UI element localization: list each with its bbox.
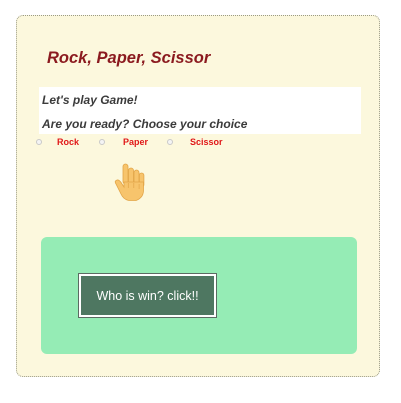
who-wins-button[interactable]: Who is win? click!!	[78, 273, 217, 318]
choice-paper[interactable]: Paper	[99, 135, 148, 149]
game-title: Rock, Paper, Scissor	[47, 49, 211, 67]
paper-label[interactable]: Paper	[123, 137, 148, 147]
scissor-radio[interactable]	[167, 139, 173, 145]
rock-label[interactable]: Rock	[57, 137, 79, 147]
choice-rock[interactable]: Rock	[36, 135, 79, 149]
game-card: Rock, Paper, Scissor Let's play Game! Ar…	[16, 15, 380, 377]
choice-scissor[interactable]: Scissor	[167, 135, 223, 149]
prompt-instruction: Are you ready? Choose your choice	[42, 117, 248, 131]
prompt-box: Let's play Game! Are you ready? Choose y…	[39, 87, 361, 134]
paper-radio[interactable]	[99, 139, 105, 145]
prompt-greeting: Let's play Game!	[42, 93, 138, 107]
result-panel: Who is win? click!!	[41, 237, 357, 354]
hand-pointer-icon	[114, 163, 145, 201]
rock-radio[interactable]	[36, 139, 42, 145]
scissor-label[interactable]: Scissor	[190, 137, 223, 147]
